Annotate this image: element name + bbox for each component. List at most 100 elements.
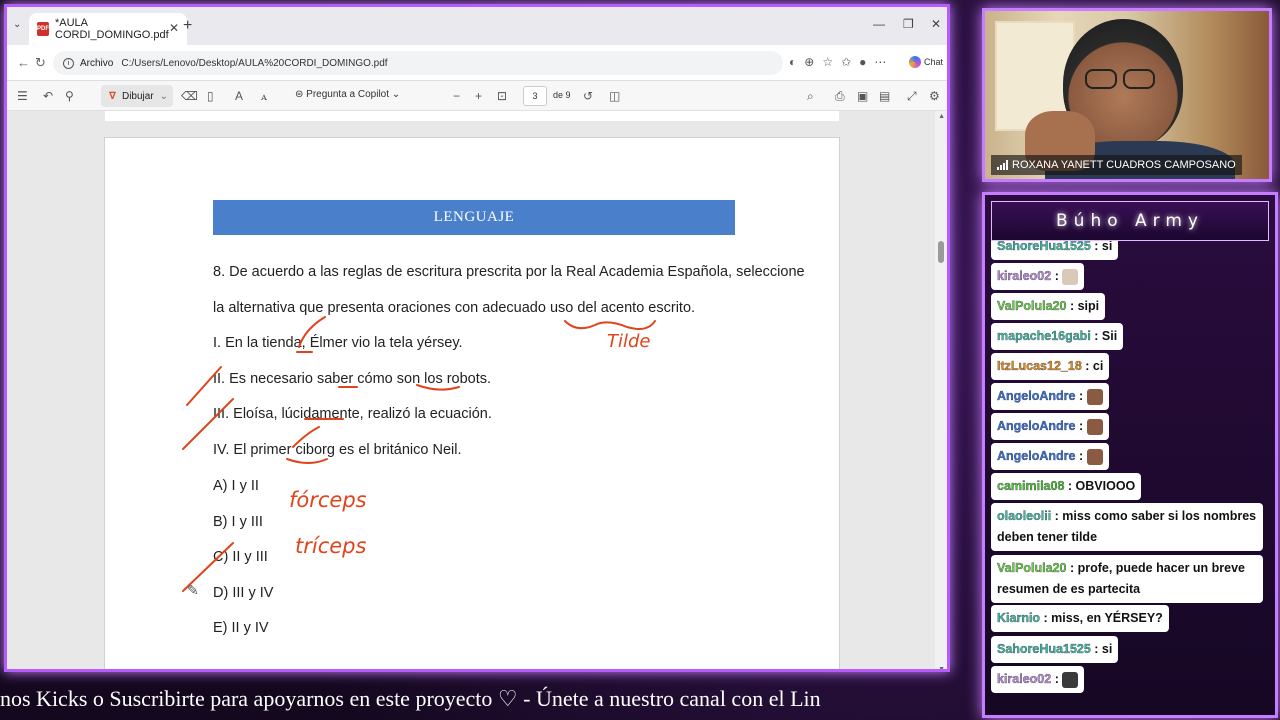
option-c: C) II y III [213,549,268,565]
chat-text: OBVIOOO [1075,479,1136,493]
chat-message: ValPolula20 : sipi [991,293,1106,320]
two-page-icon[interactable]: ◫ [609,89,620,103]
save-as-icon[interactable]: ▤ [879,89,890,103]
presenter-name: ROXANA YANETT CUADROS CAMPOSANO [1012,159,1236,171]
chat-username[interactable]: ItzLucas12_18 [997,359,1082,373]
chat-panel: Búho Army SahoreHua1525 : si kiraleo02 : … [982,192,1278,718]
address-bar: ← ↻ i Archivo C:/Users/Lenovo/Desktop/AU… [7,45,947,81]
stream-overlay: ⌄ PDF *AULA CORDI_DOMINGO.pdf ✕ + — ❐ ✕ … [0,0,1280,720]
close-tab-icon[interactable]: ✕ [169,21,179,35]
copilot-ask-button[interactable]: ⊜ Pregunta a Copilot ⌄ [295,89,400,100]
chat-username[interactable]: ValPolula20 [997,299,1067,313]
chat-separator: : [1075,419,1087,433]
url-field[interactable]: i Archivo C:/Users/Lenovo/Desktop/AULA%2… [53,51,783,75]
chat-message: kiraleo02 : [991,263,1085,290]
chat-message: AngeloAndre : [991,413,1109,440]
highlight-icon[interactable]: ⚲ [65,89,74,103]
panda-emote-icon [1062,671,1079,688]
scroll-thumb[interactable] [938,241,944,263]
face-emote-icon [1086,418,1103,435]
scroll-down-icon[interactable]: ▼ [938,666,945,669]
profile-icon[interactable]: ● [859,55,866,69]
back-icon[interactable]: ← [17,55,30,70]
zoom-icon[interactable]: ⊕ [804,55,814,69]
chat-username[interactable]: Kiarnio [997,611,1040,625]
zoom-in-icon[interactable]: + [475,89,482,103]
chat-username[interactable]: SahoreHua1525 [997,241,1091,253]
tab-list-icon[interactable]: ⌄ [13,19,21,30]
refresh-icon[interactable]: ↻ [35,55,46,71]
chat-separator: : [1075,449,1087,463]
chat-separator: : [1090,241,1102,253]
chat-title: Búho Army [991,201,1269,241]
copilot-icon [909,56,921,68]
signal-icon [997,160,1008,170]
chat-username[interactable]: mapache16gabi [997,329,1091,343]
info-icon: i [63,57,74,69]
chat-separator: : [1040,611,1052,625]
chat-separator: : [1051,672,1063,686]
minimize-icon[interactable]: — [873,17,885,31]
pen-icon: ∇ [109,90,116,102]
chat-username[interactable]: kiraleo02 [997,672,1052,686]
search-icon[interactable]: ⌕ [807,89,814,104]
question-line-2: la alternativa que presenta oraciones co… [213,300,696,316]
glasses [1085,69,1165,91]
tab-bar: ⌄ PDF *AULA CORDI_DOMINGO.pdf ✕ + — ❐ ✕ [7,7,947,45]
new-tab-icon[interactable]: + [183,17,192,35]
chat-separator: : [1051,269,1063,283]
copilot-ask-label: Pregunta a Copilot [306,89,390,100]
scroll-up-icon[interactable]: ▲ [938,113,945,120]
zoom-out-icon[interactable]: − [453,89,460,103]
chat-text: sipi [1077,299,1100,313]
scrollbar[interactable]: ▲ ▼ [935,111,947,669]
tab-pdf[interactable]: PDF *AULA CORDI_DOMINGO.pdf ✕ [29,13,187,45]
presenter-name-tag: ROXANA YANETT CUADROS CAMPOSANO [991,155,1242,175]
print-icon[interactable]: ⎙ [835,89,845,104]
chat-username[interactable]: AngeloAndre [997,419,1076,433]
draw-label: Dibujar [121,90,154,102]
contents-icon[interactable]: ☰ [17,89,28,103]
text-icon[interactable]: A [235,89,243,103]
chat-message: ValPolula20 : profe, puede hacer un brev… [991,555,1263,603]
favorites-icon[interactable]: ✩ [841,55,851,69]
chat-message: AngeloAndre : [991,443,1109,470]
eraser-icon[interactable]: ⌫ [181,89,198,103]
favorite-icon[interactable]: ☆ [822,55,833,69]
rotate-icon[interactable]: ↺ [583,89,593,103]
chat-username[interactable]: AngeloAndre [997,449,1076,463]
close-window-icon[interactable]: ✕ [931,17,941,31]
read-aloud-icon[interactable]: ◐ [789,55,796,69]
chat-text: Sii [1101,329,1118,343]
fit-page-icon[interactable]: ⊡ [497,89,507,103]
chat-message: SahoreHua1525 : si [991,241,1119,260]
copilot-chat-button[interactable]: Chat [909,56,943,68]
pdf-page: LENGUAJE 8. De acuerdo a las reglas de e… [104,137,840,669]
page-view-icon[interactable]: ▯ [207,89,214,103]
more-icon[interactable]: ⋯ [874,55,886,69]
maximize-icon[interactable]: ❐ [903,17,914,31]
translate-icon[interactable]: ꭺ [261,89,267,104]
page-total: de 9 [553,90,571,100]
url-text: C:/Users/Lenovo/Desktop/AULA%20CORDI_DOM… [121,57,388,69]
page-number-input[interactable]: 3 [523,86,547,106]
option-d: D) III y IV [213,585,274,601]
chat-username[interactable]: SahoreHua1525 [997,642,1091,656]
address-icons: ◐ ⊕ ☆ ✩ ● ⋯ [789,55,886,69]
option-b: B) I y III [213,514,263,530]
chat-username[interactable]: AngeloAndre [997,389,1076,403]
chat-username[interactable]: olaoleolii [997,509,1051,523]
settings-icon[interactable]: ⚙ [929,89,940,103]
undo-icon[interactable]: ↶ [43,89,53,103]
chat-separator: : [1051,509,1063,523]
ticker-text: nos Kicks o Suscribirte para apoyarnos e… [0,686,821,711]
draw-button[interactable]: ∇ Dibujar ⌄ [101,85,173,107]
save-icon[interactable]: ▣ [857,89,868,103]
chat-username[interactable]: ValPolula20 [997,561,1067,575]
chat-message: Kiarnio : miss, en YÉRSEY? [991,605,1169,632]
option-e: E) II y IV [213,620,269,636]
chat-username[interactable]: camimila08 [997,479,1065,493]
fullscreen-icon[interactable]: ⤢ [907,89,917,104]
pdf-file-icon: PDF [37,22,49,36]
chat-username[interactable]: kiraleo02 [997,269,1052,283]
